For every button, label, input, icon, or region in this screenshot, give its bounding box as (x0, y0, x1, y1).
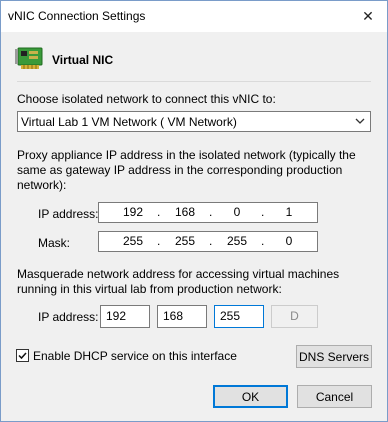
octet-separator: . (261, 205, 265, 219)
cancel-button[interactable]: Cancel (297, 385, 372, 408)
octet-separator: . (157, 234, 161, 248)
window-title: vNIC Connection Settings (8, 9, 146, 23)
proxy-description: Proxy appliance IP address in the isolat… (17, 148, 356, 192)
proxy-ip-octet-1[interactable]: 192 (115, 205, 151, 219)
network-card-icon (15, 45, 45, 76)
isolated-network-label: Choose isolated network to connect this … (17, 92, 276, 106)
chevron-down-icon (354, 114, 366, 131)
header-divider (17, 81, 371, 82)
masquerade-octet-4: D (271, 305, 318, 328)
header-title: Virtual NIC (52, 53, 114, 67)
ok-button[interactable]: OK (213, 385, 288, 408)
dialog-window: vNIC Connection Settings ✕ Virtual NIC C… (0, 0, 388, 422)
masquerade-octet-2[interactable]: 168 (157, 305, 207, 328)
dhcp-label[interactable]: Enable DHCP service on this interface (33, 349, 237, 363)
mask-octet-4[interactable]: 0 (271, 234, 307, 248)
masquerade-description: Masquerade network address for accessing… (17, 267, 340, 296)
octet-separator: . (209, 205, 213, 219)
mask-input[interactable]: 255 . 255 . 255 . 0 (98, 231, 318, 252)
octet-separator: . (209, 234, 213, 248)
proxy-ip-octet-3[interactable]: 0 (219, 205, 255, 219)
title-bar: vNIC Connection Settings ✕ (1, 1, 387, 32)
mask-label: Mask: (38, 236, 71, 250)
octet-separator: . (261, 234, 265, 248)
mask-octet-3[interactable]: 255 (219, 234, 255, 248)
isolated-network-select[interactable]: Virtual Lab 1 VM Network ( VM Network) (17, 111, 371, 132)
dns-servers-button[interactable]: DNS Servers (296, 345, 372, 368)
checkmark-icon (18, 352, 27, 360)
isolated-network-value: Virtual Lab 1 VM Network ( VM Network) (21, 115, 237, 129)
mask-octet-2[interactable]: 255 (167, 234, 203, 248)
proxy-ip-octet-4[interactable]: 1 (271, 205, 307, 219)
mask-octet-1[interactable]: 255 (115, 234, 151, 248)
octet-separator: . (157, 205, 161, 219)
close-icon[interactable]: ✕ (355, 5, 381, 27)
proxy-ip-octet-2[interactable]: 168 (167, 205, 203, 219)
masquerade-octet-1[interactable]: 192 (100, 305, 150, 328)
proxy-ip-label: IP address: (38, 207, 99, 221)
masquerade-octet-3[interactable]: 255 (214, 305, 264, 328)
dhcp-checkbox[interactable] (16, 349, 29, 362)
proxy-ip-input[interactable]: 192 . 168 . 0 . 1 (98, 202, 318, 223)
masquerade-ip-label: IP address: (38, 310, 99, 324)
